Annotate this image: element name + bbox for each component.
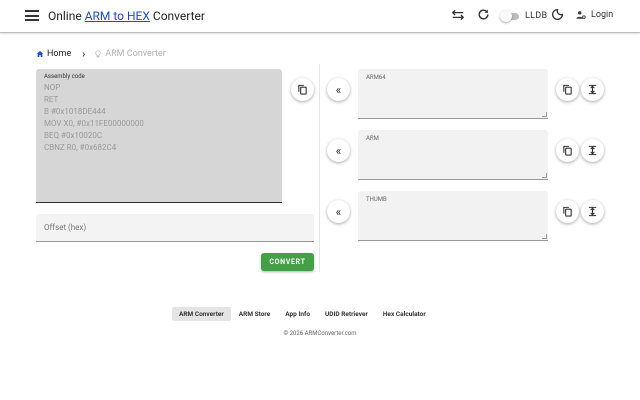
insert-arm64-button[interactable]: « (327, 78, 350, 101)
page-title: Online ARM to HEX Converter (48, 9, 205, 23)
bulb-icon (95, 50, 101, 58)
offset-input[interactable]: Offset (hex) (36, 214, 314, 242)
thumb-label: THUMB (366, 196, 387, 203)
breadcrumb-current: ARM Converter (94, 49, 166, 59)
assembly-code-text: NOP RET B #0x1018DE444 MOV X0, #0x11FE00… (44, 83, 144, 152)
lldb-toggle[interactable] (500, 10, 521, 22)
copy-icon (563, 84, 572, 95)
user-icon (576, 11, 586, 19)
assembly-code-label: Assembly code (44, 73, 85, 80)
arm-label: ARM (366, 135, 379, 142)
copy-arm-button[interactable] (556, 139, 579, 162)
login-button[interactable]: Login (576, 10, 613, 20)
refresh-icon[interactable] (475, 8, 491, 24)
offset-placeholder: Offset (hex) (44, 223, 87, 232)
chevron-right-icon: › (82, 48, 86, 60)
breadcrumb-current-label: ARM Converter (105, 49, 166, 59)
arm-output[interactable]: ARM (358, 130, 548, 180)
breadcrumb: Home › ARM Converter (36, 48, 166, 60)
menu-icon[interactable] (25, 10, 39, 22)
vertical-align-icon (588, 145, 597, 156)
top-app-bar: Online ARM to HEX Converter LLDB Login (0, 0, 640, 33)
title-link[interactable]: ARM to HEX (85, 9, 150, 23)
copyright-text: © 2026 ARMConverter.com (283, 330, 357, 337)
footer-link-hex-calculator[interactable]: Hex Calculator (376, 307, 433, 321)
double-chevron-left-icon: « (335, 82, 342, 97)
arm64-label: ARM64 (366, 74, 386, 81)
footer-link-arm-store[interactable]: ARM Store (232, 307, 277, 321)
copy-icon (298, 84, 307, 95)
home-icon (36, 51, 44, 57)
insert-thumb-button[interactable]: « (327, 200, 350, 223)
footer-link-app-info[interactable]: App Info (278, 307, 317, 321)
expand-arm64-button[interactable] (581, 78, 604, 101)
login-label: Login (591, 10, 614, 20)
copy-icon (563, 145, 572, 156)
footer-link-arm-converter[interactable]: ARM Converter (172, 307, 231, 321)
resize-handle-icon[interactable] (542, 112, 547, 117)
copy-assembly-button[interactable] (291, 78, 314, 101)
double-chevron-left-icon: « (335, 204, 342, 219)
title-suffix: Converter (149, 9, 205, 23)
expand-arm-button[interactable] (581, 139, 604, 162)
insert-arm-button[interactable]: « (327, 139, 350, 162)
double-chevron-left-icon: « (335, 143, 342, 158)
title-prefix: Online (48, 9, 85, 23)
thumb-output[interactable]: THUMB (358, 191, 548, 241)
footer-nav: ARM Converter ARM Store App Info UDID Re… (172, 307, 434, 321)
vertical-align-icon (588, 84, 597, 95)
resize-handle-icon[interactable] (542, 173, 547, 178)
arm64-output[interactable]: ARM64 (358, 69, 548, 119)
expand-thumb-button[interactable] (581, 200, 604, 223)
assembly-code-input[interactable]: Assembly code NOP RET B #0x1018DE444 MOV… (36, 69, 282, 203)
breadcrumb-home[interactable]: Home (36, 49, 71, 59)
copy-arm64-button[interactable] (556, 78, 579, 101)
dark-mode-icon[interactable] (549, 8, 565, 24)
copy-thumb-button[interactable] (556, 200, 579, 223)
breadcrumb-home-label: Home (47, 49, 72, 59)
lldb-label: LLDB (525, 11, 548, 21)
copy-icon (563, 206, 572, 217)
swap-horizontal-icon[interactable] (450, 8, 466, 24)
convert-button[interactable]: CONVERT (261, 253, 314, 271)
footer-link-udid-retriever[interactable]: UDID Retriever (318, 307, 375, 321)
resize-handle-icon[interactable] (542, 234, 547, 239)
vertical-align-icon (588, 206, 597, 217)
column-divider (319, 64, 320, 272)
